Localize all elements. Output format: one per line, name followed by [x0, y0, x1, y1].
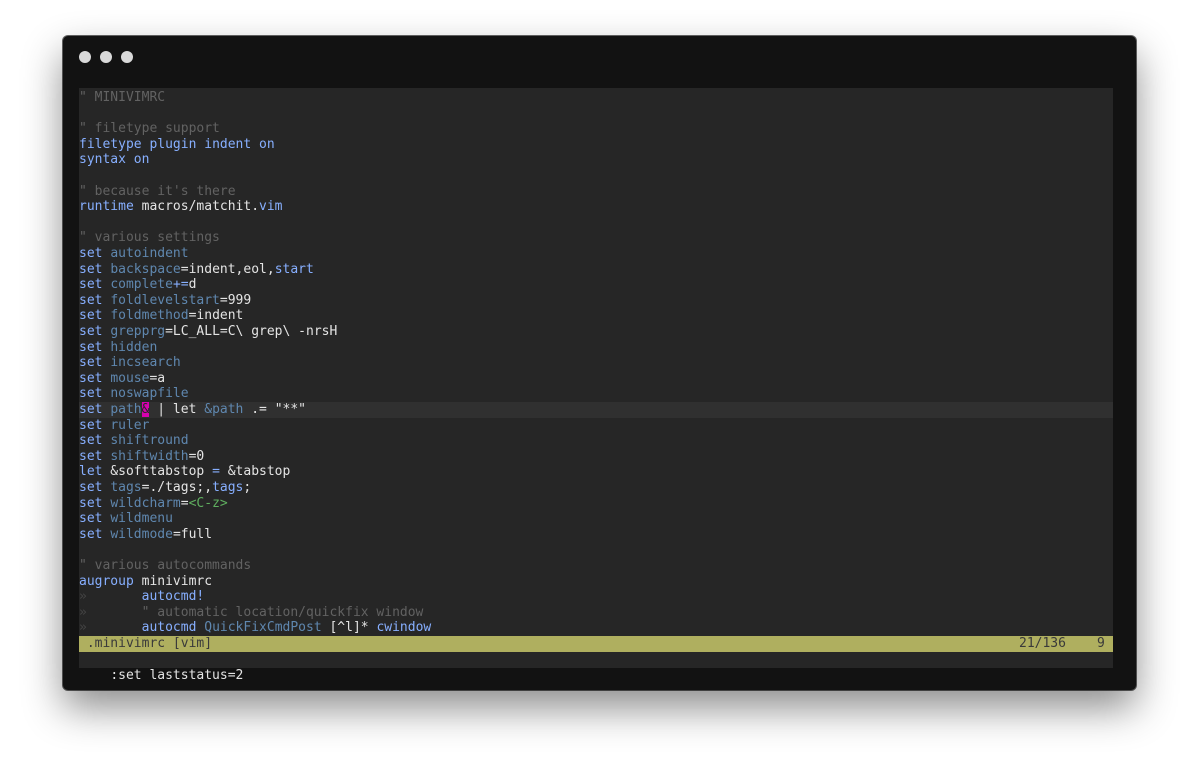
statusline-position: 21/136 — [1019, 636, 1066, 651]
buffer-line — [79, 106, 1113, 122]
buffer-line: syntax on — [79, 152, 150, 168]
close-dot-icon[interactable] — [79, 51, 91, 63]
command-text: :set laststatus=2 — [110, 668, 244, 683]
buffer-line — [79, 215, 1113, 231]
buffer-line: set incsearch — [79, 355, 181, 371]
buffer-line: set noswapfile — [79, 386, 189, 402]
statusline-file: .minivimrc [vim] — [79, 636, 213, 651]
statusline-column: 9 — [1097, 636, 1105, 651]
buffer-line: set mouse=a — [79, 370, 166, 386]
buffer-line: set path& | let &path .= "**" — [79, 402, 1113, 418]
vim-buffer[interactable]: " MINIVIMRC " filetype support filetype p… — [79, 88, 1113, 636]
buffer-line: augroup minivimrc — [79, 573, 213, 589]
buffer-line: set wildmode=full — [79, 526, 213, 542]
terminal-window: " MINIVIMRC " filetype support filetype p… — [63, 36, 1136, 690]
window-titlebar[interactable] — [63, 36, 1136, 86]
buffer-line: " filetype support — [79, 121, 220, 137]
buffer-line: » autocmd QuickFixCmdPost [^l]* cwindow — [79, 620, 432, 636]
buffer-line: set autoindent — [79, 246, 189, 261]
buffer-line: set shiftround — [79, 433, 189, 449]
buffer-line: set complete+=d — [79, 277, 197, 293]
buffer-line: set foldmethod=indent — [79, 308, 244, 324]
buffer-line: " various settings — [79, 230, 220, 246]
buffer-line: » autocmd! — [79, 589, 205, 605]
buffer-line: " because it's there — [79, 183, 236, 199]
buffer-line: let &softtabstop = &tabstop — [79, 464, 291, 480]
buffer-line: set foldlevelstart=999 — [79, 292, 252, 308]
zoom-dot-icon[interactable] — [121, 51, 133, 63]
buffer-line: filetype plugin indent on — [79, 136, 275, 152]
buffer-line: » " automatic location/quickfix window — [79, 604, 424, 620]
buffer-line — [79, 168, 1113, 184]
minimize-dot-icon[interactable] — [100, 51, 112, 63]
vim-command-line[interactable]: :set laststatus=2 — [79, 652, 1113, 683]
buffer-line: set tags=./tags;,tags; — [79, 480, 252, 495]
buffer-line: runtime macros/matchit.vim — [79, 199, 283, 215]
buffer-line: set backspace=indent,eol,start — [79, 261, 314, 277]
buffer-line — [79, 542, 1113, 558]
buffer-line: " various autocommands — [79, 558, 252, 573]
buffer-line: set grepprg=LC_ALL=C\ grep\ -nrsH — [79, 324, 338, 339]
buffer-line: set ruler — [79, 417, 150, 433]
vim-statusline: .minivimrc [vim] 21/136 9 — [79, 636, 1113, 652]
buffer-line: set wildmenu — [79, 511, 173, 527]
buffer-line: set hidden — [79, 339, 158, 355]
buffer-line: set wildcharm=<C-z> — [79, 495, 228, 511]
buffer-line: set shiftwidth=0 — [79, 448, 205, 464]
buffer-line: " MINIVIMRC — [79, 90, 166, 105]
